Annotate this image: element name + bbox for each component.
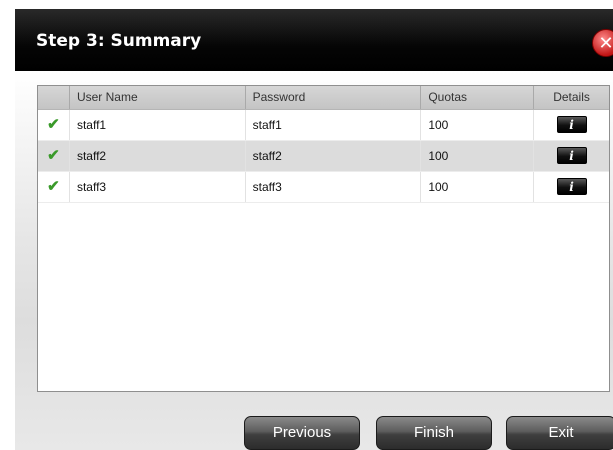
- password-cell: staff3: [246, 172, 422, 202]
- summary-dialog: Step 3: Summary ✕ User Name Password Quo…: [15, 9, 613, 450]
- dialog-titlebar: Step 3: Summary: [15, 9, 613, 71]
- column-header-status: [38, 86, 70, 109]
- table-row[interactable]: ✔ staff1 staff1 100 i: [38, 110, 609, 141]
- dialog-title: Step 3: Summary: [36, 31, 202, 51]
- user-name-cell: staff1: [70, 110, 246, 140]
- close-icon[interactable]: ✕: [592, 29, 613, 57]
- table-header: User Name Password Quotas Details: [38, 86, 609, 110]
- password-cell: staff2: [246, 141, 422, 171]
- finish-button[interactable]: Finish: [376, 416, 492, 450]
- password-cell: staff1: [246, 110, 422, 140]
- column-header-details[interactable]: Details: [534, 86, 609, 109]
- quota-cell: 100: [421, 110, 535, 140]
- exit-button[interactable]: Exit: [506, 416, 613, 450]
- column-header-quotas[interactable]: Quotas: [421, 86, 535, 109]
- info-icon[interactable]: i: [556, 147, 587, 164]
- column-header-user-name[interactable]: User Name: [70, 86, 246, 109]
- table-row[interactable]: ✔ staff2 staff2 100 i: [38, 141, 609, 172]
- check-icon: ✔: [47, 178, 60, 195]
- info-icon[interactable]: i: [556, 116, 587, 133]
- info-icon[interactable]: i: [556, 178, 587, 195]
- previous-button[interactable]: Previous: [244, 416, 360, 450]
- check-icon: ✔: [47, 116, 60, 133]
- user-name-cell: staff2: [70, 141, 246, 171]
- dialog-content: User Name Password Quotas Details ✔ staf…: [15, 71, 613, 450]
- quota-cell: 100: [421, 141, 535, 171]
- quota-cell: 100: [421, 172, 535, 202]
- user-name-cell: staff3: [70, 172, 246, 202]
- column-header-password[interactable]: Password: [246, 86, 422, 109]
- table-row[interactable]: ✔ staff3 staff3 100 i: [38, 172, 609, 203]
- summary-table: User Name Password Quotas Details ✔ staf…: [37, 85, 610, 392]
- check-icon: ✔: [47, 147, 60, 164]
